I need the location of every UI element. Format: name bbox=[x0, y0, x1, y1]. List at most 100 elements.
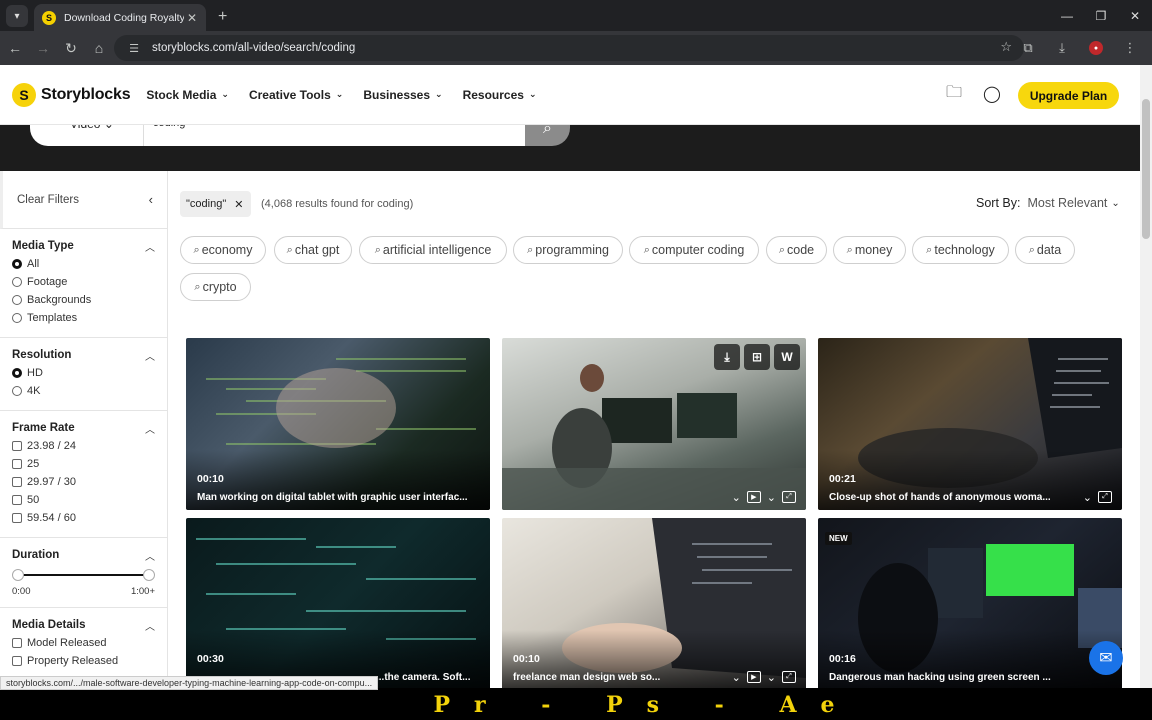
extension-badge-icon[interactable]: ● bbox=[1089, 41, 1103, 55]
account-icon[interactable]: ◯ bbox=[981, 83, 1003, 105]
nav-creative-tools[interactable]: Creative Tools ⌄ bbox=[249, 88, 343, 102]
radio-icon[interactable] bbox=[12, 295, 22, 305]
tag-technology[interactable]: ⌕ technology bbox=[912, 236, 1009, 264]
chevron-down-icon[interactable]: ⌄ bbox=[767, 491, 776, 504]
nav-resources[interactable]: Resources ⌄ bbox=[463, 88, 537, 102]
browser-tab[interactable]: S Download Coding Royalty-Free ✕ bbox=[34, 4, 206, 31]
active-filter-chip[interactable]: "coding" ✕ bbox=[180, 191, 252, 217]
slider-max-handle[interactable] bbox=[143, 569, 155, 581]
scrollbar-thumb[interactable] bbox=[1142, 99, 1150, 239]
tag-code[interactable]: ⌕ code bbox=[766, 236, 827, 264]
chevron-down-icon[interactable]: ⌄ bbox=[732, 671, 741, 684]
expand-icon[interactable]: ⤢ bbox=[1098, 491, 1112, 503]
tag-money[interactable]: ⌕ money bbox=[833, 236, 906, 264]
tag-computer-coding[interactable]: ⌕ computer coding bbox=[629, 236, 759, 264]
add-to-folder-icon[interactable]: ⊞ bbox=[744, 344, 770, 370]
maker-icon[interactable]: W bbox=[774, 344, 800, 370]
chevron-up-icon[interactable]: ︿ bbox=[145, 239, 155, 254]
duration-slider[interactable] bbox=[12, 564, 155, 586]
radio-backgrounds[interactable]: Backgrounds bbox=[12, 291, 155, 309]
checkbox-fps-30[interactable]: 29.97 / 30 bbox=[12, 473, 155, 491]
expand-icon[interactable]: ⤢ bbox=[782, 671, 796, 683]
radio-icon[interactable] bbox=[12, 313, 22, 323]
tag-programming[interactable]: ⌕ programming bbox=[513, 236, 623, 264]
home-icon[interactable]: ⌂ bbox=[86, 35, 112, 61]
video-card[interactable]: 00:10 freelance man design web so... ⌄ ▶… bbox=[502, 518, 806, 688]
video-card[interactable]: 00:10 Man working on digital tablet with… bbox=[186, 338, 490, 510]
close-tab-icon[interactable]: ✕ bbox=[184, 11, 200, 25]
upgrade-plan-button[interactable]: Upgrade Plan bbox=[1018, 82, 1119, 109]
forward-icon[interactable]: → bbox=[30, 35, 56, 61]
chevron-down-icon[interactable]: ⌄ bbox=[1083, 491, 1092, 504]
option-label: 25 bbox=[27, 458, 40, 470]
slider-min-handle[interactable] bbox=[12, 569, 24, 581]
clear-filters-row[interactable]: Clear Filters ‹ bbox=[0, 171, 167, 229]
checkbox-icon[interactable] bbox=[12, 513, 22, 523]
nav-stock-media[interactable]: Stock Media ⌄ bbox=[146, 88, 229, 102]
play-preview-icon[interactable]: ▶ bbox=[746, 491, 761, 503]
tag-chat-gpt[interactable]: ⌕ chat gpt bbox=[274, 236, 352, 264]
checkbox-icon[interactable] bbox=[12, 441, 22, 451]
checkbox-model-released[interactable]: Model Released bbox=[12, 634, 155, 652]
sort-dropdown[interactable]: Sort By: Most Relevant ⌄ bbox=[976, 196, 1120, 210]
tag-crypto[interactable]: ⌕ crypto bbox=[180, 273, 251, 301]
nav-businesses[interactable]: Businesses ⌄ bbox=[363, 88, 442, 102]
checkbox-icon[interactable] bbox=[12, 459, 22, 469]
remove-filter-icon[interactable]: ✕ bbox=[234, 198, 243, 211]
radio-icon[interactable] bbox=[12, 386, 22, 396]
checkbox-fps-50[interactable]: 50 bbox=[12, 491, 155, 509]
chevron-down-icon[interactable]: ⌄ bbox=[767, 671, 776, 684]
download-icon[interactable]: ⤓ bbox=[714, 344, 740, 370]
new-tab-icon[interactable]: + bbox=[218, 8, 227, 26]
tag-economy[interactable]: ⌕ economy bbox=[180, 236, 266, 264]
checkbox-icon[interactable] bbox=[12, 495, 22, 505]
radio-templates[interactable]: Templates bbox=[12, 309, 155, 327]
video-card[interactable]: NEW 00:16 Dangerous man hacking using gr… bbox=[818, 518, 1122, 688]
storyblocks-logo[interactable]: S Storyblocks bbox=[12, 82, 131, 107]
minimize-icon[interactable]: — bbox=[1050, 0, 1084, 31]
checkbox-icon[interactable] bbox=[12, 656, 22, 666]
chevron-up-icon[interactable]: ︿ bbox=[145, 618, 155, 633]
chevron-up-icon[interactable]: ︿ bbox=[145, 421, 155, 436]
checkbox-icon[interactable] bbox=[12, 477, 22, 487]
checkbox-fps-25[interactable]: 25 bbox=[12, 455, 155, 473]
collapse-sidebar-icon[interactable]: ‹ bbox=[149, 192, 153, 207]
checkbox-icon[interactable] bbox=[12, 638, 22, 648]
checkbox-property-released[interactable]: Property Released bbox=[12, 652, 155, 670]
checkbox-fps-60[interactable]: 59.54 / 60 bbox=[12, 509, 155, 527]
checkbox-fps-24[interactable]: 23.98 / 24 bbox=[12, 437, 155, 455]
address-bar[interactable]: ☰ storyblocks.com/all-video/search/codin… bbox=[114, 35, 1024, 61]
option-label: Backgrounds bbox=[27, 294, 92, 306]
close-window-icon[interactable]: ✕ bbox=[1118, 0, 1152, 31]
tag-artificial-intelligence[interactable]: ⌕ artificial intelligence bbox=[359, 236, 507, 264]
radio-icon[interactable] bbox=[12, 368, 22, 378]
video-card[interactable]: 00:21 Close-up shot of hands of anonymou… bbox=[818, 338, 1122, 510]
site-info-icon[interactable]: ☰ bbox=[124, 42, 144, 55]
restore-icon[interactable]: ❐ bbox=[1084, 0, 1118, 31]
clear-filters-link[interactable]: Clear Filters bbox=[17, 194, 79, 206]
radio-4k[interactable]: 4K bbox=[12, 382, 155, 400]
tag-data[interactable]: ⌕ data bbox=[1015, 236, 1075, 264]
extensions-icon[interactable]: ⧉ bbox=[1014, 35, 1042, 61]
reload-icon[interactable]: ↻ bbox=[58, 35, 84, 61]
bookmark-star-icon[interactable]: ☆ bbox=[1000, 39, 1012, 55]
tab-search-icon[interactable]: ▾ bbox=[6, 5, 28, 27]
chevron-up-icon[interactable]: ︿ bbox=[145, 348, 155, 363]
menu-kebab-icon[interactable]: ⋮ bbox=[1116, 35, 1144, 61]
favorites-folder-icon[interactable]: 🗀 bbox=[943, 83, 965, 105]
video-card[interactable]: 00:30 ...the camera. Soft... bbox=[186, 518, 490, 688]
chevron-down-icon[interactable]: ⌄ bbox=[732, 491, 741, 504]
radio-hd[interactable]: HD bbox=[12, 364, 155, 382]
radio-icon[interactable] bbox=[12, 259, 22, 269]
downloads-icon[interactable]: ⤓ bbox=[1048, 35, 1076, 61]
expand-icon[interactable]: ⤢ bbox=[782, 491, 796, 503]
play-preview-icon[interactable]: ▶ bbox=[746, 671, 761, 683]
back-icon[interactable]: ← bbox=[2, 35, 28, 61]
radio-footage[interactable]: Footage bbox=[12, 273, 155, 291]
radio-icon[interactable] bbox=[12, 277, 22, 287]
chat-support-icon[interactable]: ✉ bbox=[1089, 641, 1123, 675]
video-card[interactable]: ⤓ ⊞ W ⌄ ▶ ⌄ ⤢ bbox=[502, 338, 806, 510]
page-scrollbar[interactable] bbox=[1140, 65, 1152, 688]
chevron-up-icon[interactable]: ︿ bbox=[145, 548, 155, 563]
radio-all[interactable]: All bbox=[12, 255, 155, 273]
